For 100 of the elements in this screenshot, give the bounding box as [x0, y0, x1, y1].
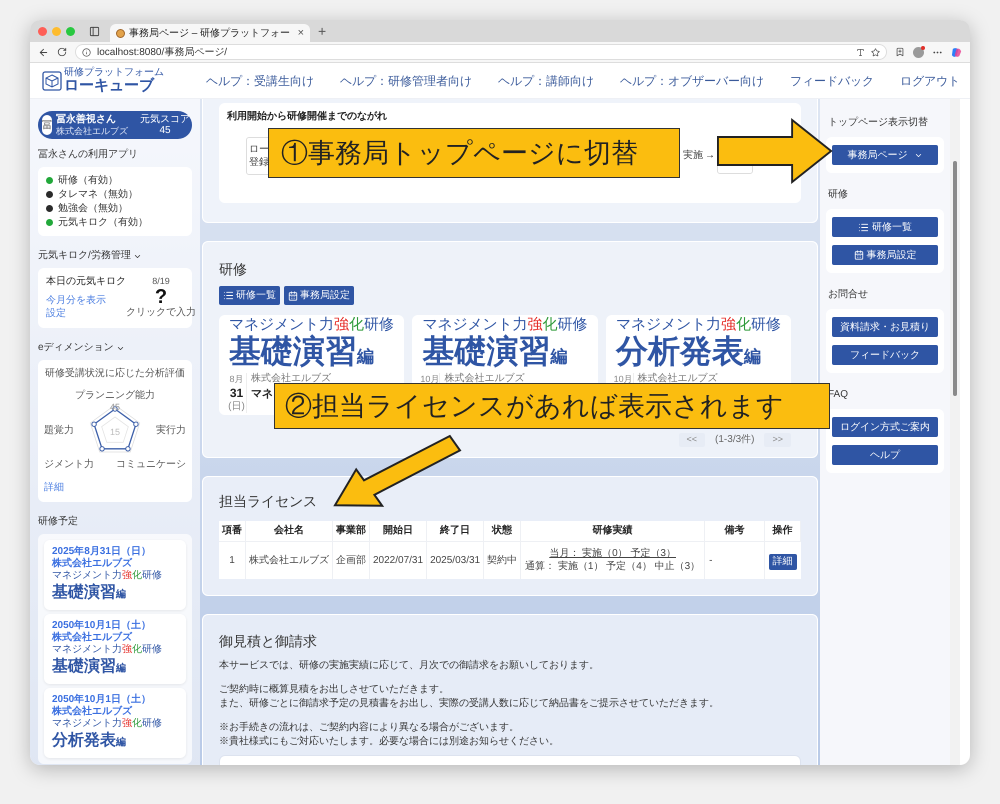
course-company: 株式会社エルブズ — [444, 373, 524, 385]
body-text: ※貴社様式にもご対応いたします。必要な場合には別途お知らせください。 — [219, 735, 560, 749]
course-subtitle: マネジメント力強化研修 — [52, 570, 162, 582]
logo-title: ローキューブ — [64, 78, 156, 94]
app-status-text: タレマネ（無効） — [58, 188, 138, 201]
question-mark[interactable]: ? — [154, 287, 168, 307]
course-title: 基礎演習編 — [229, 333, 374, 372]
scale-label: 15 — [110, 427, 120, 437]
nav-link[interactable]: ヘルプ：受講生向け — [206, 72, 314, 90]
column-header: 事業部 — [332, 521, 370, 541]
column-header: 終了日 — [426, 521, 484, 541]
axis-label: コミュニケーシ — [116, 459, 186, 470]
axis-label: ジメント力 — [44, 459, 94, 470]
toolbar-button[interactable]: 研修一覧 — [219, 286, 280, 305]
section-label: 冨永さんの利用アプリ — [38, 149, 139, 161]
text-link[interactable]: 設定 — [46, 307, 126, 320]
course-title: 基礎演習編 — [52, 656, 126, 677]
toolbar-button[interactable]: 事務局設定 — [284, 286, 354, 305]
url-text: localhost:8080/事務局ページ/ — [97, 46, 228, 60]
tab-title: 事務局ページ – 研修プラットフォー — [129, 26, 290, 40]
monthly-record-link[interactable]: 当月： 実施（0） 予定（3） — [549, 547, 676, 560]
detail-button[interactable]: 詳細 — [768, 554, 796, 570]
flow-step-text: 登録 — [249, 156, 270, 169]
table-cell: 2025/03/31 — [426, 541, 484, 579]
table-cell: 2022/07/31 — [370, 541, 427, 579]
sidebar-button[interactable]: ヘルプ — [832, 445, 938, 465]
table-cell: 契約中 — [484, 541, 521, 579]
app-status-text: 研修（有効） — [58, 174, 118, 187]
section-heading: 御見積と御請求 — [219, 632, 318, 651]
column-header: 状態 — [484, 521, 521, 541]
schedule-company: 株式会社エルブズ — [52, 706, 134, 718]
sidebar-button[interactable]: 研修一覧 — [832, 217, 938, 237]
schedule-company: 株式会社エルブズ — [52, 632, 134, 644]
course-name: マネ — [251, 388, 274, 401]
schedule-date: 2050年10月1日（土） — [52, 694, 152, 706]
table-cell: 株式会社エルブズ — [246, 541, 332, 579]
browser-tab[interactable]: 事務局ページ – 研修プラットフォー × — [110, 24, 310, 42]
sidebar-button[interactable]: 事務局設定 — [832, 245, 938, 265]
axis-label: プランニング能力 — [75, 390, 155, 401]
nav-link[interactable]: ヘルプ：研修管理者向け — [340, 72, 472, 90]
app-status-text: 元気キロク（有効） — [58, 216, 148, 229]
column-header: 研修実績 — [520, 521, 705, 541]
section-label[interactable]: 元気キロク/労務管理 — [38, 250, 131, 262]
section-label: 研修予定 — [38, 516, 79, 528]
axis-label: 実行力 — [156, 424, 186, 436]
sidebar-button[interactable]: 資料請求・お見積り — [832, 317, 938, 337]
body-text: ※お手続きの流れは、ご契約内容により異なる場合がございます。 — [219, 721, 520, 735]
schedule-company: 株式会社エルブズ — [52, 558, 134, 570]
address-field[interactable]: localhost:8080/事務局ページ/ — [75, 44, 887, 60]
nav-link[interactable]: ヘルプ：講師向け — [498, 72, 594, 90]
section-heading: 担当ライセンス — [219, 492, 318, 511]
section-label: トップページ表示切替 — [827, 117, 929, 129]
section-label[interactable]: eディメンション — [38, 342, 114, 354]
page-select[interactable]: 事務局ページ — [832, 145, 938, 165]
axis-label: 題覚力 — [44, 424, 74, 436]
column-header: 項番 — [219, 521, 246, 541]
course-subtitle: マネジメント力強化研修 — [422, 316, 588, 333]
callout-tooltip: ②担当ライセンスがあれば表示されます — [274, 383, 830, 429]
course-day: 31 — [230, 385, 244, 401]
text-link[interactable]: 今月分を表示 — [46, 294, 126, 307]
schedule-date: 2025年8月31日（日） — [52, 546, 152, 558]
section-heading: 研修 — [219, 260, 248, 278]
column-header: 操作 — [764, 521, 800, 541]
flow-arrow: → — [705, 150, 715, 162]
column-header: 備考 — [704, 521, 764, 541]
app-status-text: 勉強会（無効） — [58, 202, 128, 215]
card-title: 本日の元気キロク — [46, 276, 126, 288]
logo-caption: 研修プラットフォーム — [64, 68, 164, 78]
course-company: 株式会社エルブズ — [251, 373, 331, 385]
sidebar-button[interactable]: ログイン方式ご案内 — [832, 417, 938, 437]
body-text: 本サービスでは、研修の実施実績に応じて、月次での御請求をお願いしております。 — [219, 659, 600, 673]
callout-tooltip: ①事務局トップページに切替 — [268, 128, 680, 178]
course-title: 基礎演習編 — [52, 582, 126, 603]
new-tab-button[interactable]: + — [318, 24, 326, 38]
page-info: (1-3/3件) — [715, 433, 754, 447]
flow-step-text: 実施 — [683, 150, 703, 162]
schedule-item[interactable]: 2050年10月1日（土） 株式会社エルブズ マネジメント力強化研修 基礎演習編 — [44, 614, 186, 684]
column-header: 会社名 — [246, 521, 332, 541]
tab-close-button[interactable]: × — [298, 24, 304, 42]
body-text: また、研修ごとに御請求予定の見積書をお出し、実際の受講人数に応じて納品書をご提示させていただきます。 — [219, 697, 720, 711]
course-month: 10月 — [420, 373, 440, 385]
sidebar-button[interactable]: フィードバック — [832, 345, 938, 365]
course-weekday: (日) — [228, 401, 245, 413]
total-record-text: 通算： 実施（1） 予定（4） 中止（3） — [525, 560, 700, 574]
flow-title: 利用開始から研修開催までのながれ — [227, 111, 388, 123]
nav-link[interactable]: ヘルプ：オブザーバー向け — [620, 72, 764, 90]
table-cell: 企画部 — [332, 541, 370, 579]
schedule-date: 2050年10月1日（土） — [52, 620, 152, 632]
course-subtitle: マネジメント力強化研修 — [52, 644, 162, 656]
detail-link[interactable]: 詳細 — [44, 482, 64, 494]
section-label: お問合せ — [827, 289, 869, 301]
nav-link[interactable]: フィードバック — [790, 72, 874, 90]
nav-link[interactable]: ログアウト — [900, 72, 960, 90]
section-label: 研修 — [827, 189, 849, 201]
schedule-item[interactable]: 2050年10月1日（土） 株式会社エルブズ マネジメント力強化研修 分析発表編 — [44, 688, 186, 758]
schedule-item[interactable]: 2025年8月31日（日） 株式会社エルブズ マネジメント力強化研修 基礎演習編 — [44, 540, 186, 610]
flow-step-text: ロー — [249, 143, 270, 156]
avatar: 冨 — [42, 115, 52, 135]
input-prompt[interactable]: クリックで入力 — [126, 307, 196, 319]
score-value: 45 — [159, 125, 171, 136]
